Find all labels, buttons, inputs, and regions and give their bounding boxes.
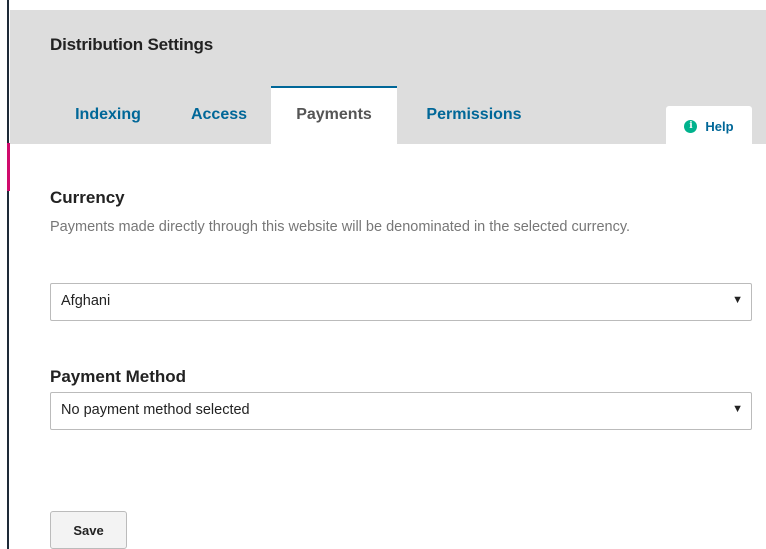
tab-indexing[interactable]: Indexing <box>54 86 162 144</box>
currency-title: Currency <box>50 188 125 207</box>
help-label: Help <box>705 118 734 134</box>
currency-select-value: Afghani <box>61 293 111 309</box>
tab-access[interactable]: Access <box>176 86 262 144</box>
help-button[interactable]: i Help <box>666 106 752 144</box>
dropdown-arrow-icon: ▼ <box>732 294 743 306</box>
payment-method-title: Payment Method <box>50 367 187 386</box>
settings-header: Distribution Settings Indexing Access Pa… <box>10 10 766 144</box>
payment-method-select-value: No payment method selected <box>61 402 250 418</box>
currency-select[interactable]: Afghani ▼ <box>50 283 752 321</box>
save-button[interactable]: Save <box>50 511 127 549</box>
settings-tabs: Indexing Access Payments Permissions <box>10 86 766 144</box>
sidebar-active-indicator <box>7 143 10 191</box>
page-title: Distribution Settings <box>50 35 213 54</box>
currency-description: Payments made directly through this webs… <box>50 219 631 235</box>
tab-payments[interactable]: Payments <box>271 86 397 144</box>
info-icon: i <box>684 119 698 133</box>
tab-permissions[interactable]: Permissions <box>406 86 542 144</box>
sidebar-border <box>7 0 9 549</box>
payment-method-select[interactable]: No payment method selected ▼ <box>50 392 752 430</box>
dropdown-arrow-icon: ▼ <box>732 403 743 415</box>
